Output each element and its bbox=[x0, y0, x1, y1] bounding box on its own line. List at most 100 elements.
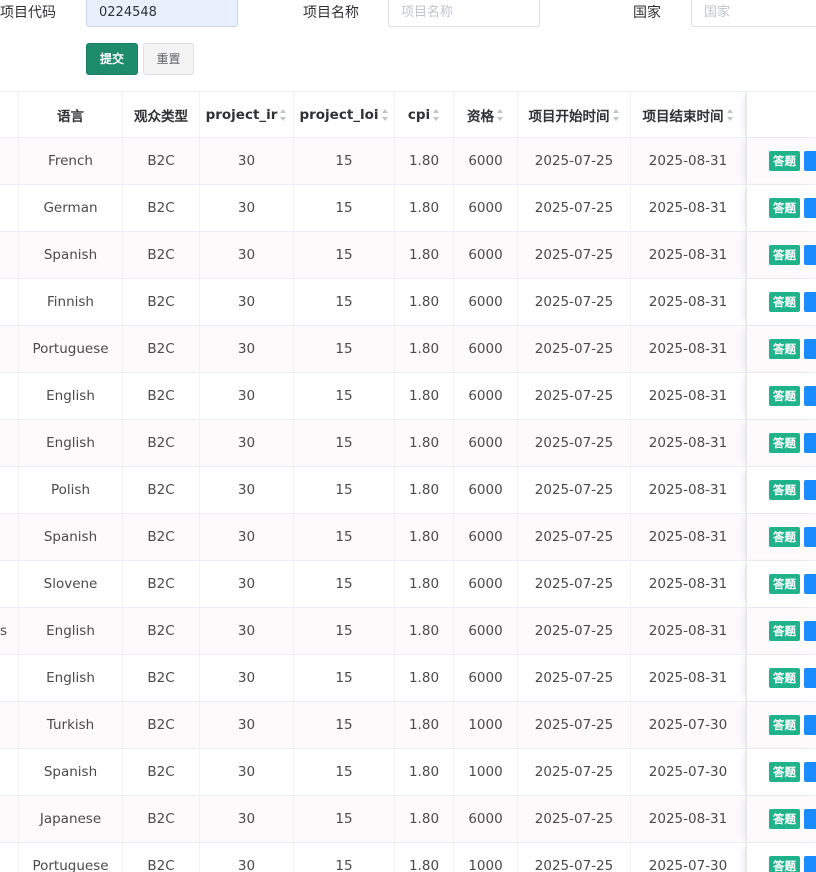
cell-project-loi: 15 bbox=[294, 279, 395, 325]
cell-qualification: 6000 bbox=[454, 467, 518, 513]
cell-cpi: 1.80 bbox=[395, 843, 454, 872]
header-project-ir[interactable]: project_ir bbox=[200, 92, 294, 137]
answer-button[interactable]: 答题 bbox=[769, 433, 800, 453]
cell-start-time: 2025-07-25 bbox=[518, 420, 631, 466]
cell-language: Japanese bbox=[19, 796, 123, 842]
cell-start-time: 2025-07-25 bbox=[518, 749, 631, 795]
cell-operations: 答题 bbox=[746, 373, 816, 419]
answer-button[interactable]: 答题 bbox=[769, 668, 800, 688]
cell-qualification: 6000 bbox=[454, 185, 518, 231]
secondary-action-button[interactable] bbox=[804, 198, 816, 218]
cell-cpi: 1.80 bbox=[395, 467, 454, 513]
secondary-action-button[interactable] bbox=[804, 574, 816, 594]
answer-button[interactable]: 答题 bbox=[769, 386, 800, 406]
cell-start-time: 2025-07-25 bbox=[518, 138, 631, 184]
sort-caret-icon[interactable] bbox=[381, 108, 389, 121]
header-col-hidden bbox=[0, 92, 19, 137]
answer-button[interactable]: 答题 bbox=[769, 480, 800, 500]
project-code-input[interactable]: 0224548 bbox=[86, 0, 238, 27]
header-operations bbox=[746, 92, 816, 137]
header-language-label: 语言 bbox=[57, 108, 84, 125]
cell-language: Spanish bbox=[19, 749, 123, 795]
secondary-action-button[interactable] bbox=[804, 386, 816, 406]
sort-caret-icon[interactable] bbox=[280, 108, 287, 121]
answer-button[interactable]: 答题 bbox=[769, 621, 800, 641]
sort-caret-icon[interactable] bbox=[497, 108, 504, 121]
secondary-action-button[interactable] bbox=[804, 762, 816, 782]
secondary-action-button[interactable] bbox=[804, 668, 816, 688]
cell-project-loi: 15 bbox=[294, 420, 395, 466]
cell-language: French bbox=[19, 138, 123, 184]
cell-operations: 答题 bbox=[746, 232, 816, 278]
cell-start-time: 2025-07-25 bbox=[518, 467, 631, 513]
cell-project-ir: 30 bbox=[200, 514, 294, 560]
cell-audience-type: B2C bbox=[123, 467, 200, 513]
cell-end-time: 2025-08-31 bbox=[631, 561, 746, 607]
secondary-action-button[interactable] bbox=[804, 856, 816, 872]
secondary-action-button[interactable] bbox=[804, 433, 816, 453]
secondary-action-button[interactable] bbox=[804, 527, 816, 547]
secondary-action-button[interactable] bbox=[804, 151, 816, 171]
sort-caret-icon[interactable] bbox=[726, 108, 734, 121]
cell-audience-type: B2C bbox=[123, 138, 200, 184]
header-project-loi-label: project_loi bbox=[299, 106, 379, 123]
header-audience-type[interactable]: 观众类型 bbox=[123, 92, 200, 137]
cell-audience-type: B2C bbox=[123, 185, 200, 231]
answer-button[interactable]: 答题 bbox=[769, 151, 800, 171]
cell-cpi: 1.80 bbox=[395, 185, 454, 231]
secondary-action-button[interactable] bbox=[804, 245, 816, 265]
country-input[interactable]: 国家 bbox=[691, 0, 816, 27]
header-project-ir-label: project_ir bbox=[205, 106, 278, 123]
header-cpi[interactable]: cpi bbox=[395, 92, 454, 137]
cell-operations: 答题 bbox=[746, 561, 816, 607]
header-end-time[interactable]: 项目结束时间 bbox=[631, 92, 746, 137]
cell-audience-type: B2C bbox=[123, 702, 200, 748]
answer-button[interactable]: 答题 bbox=[769, 292, 800, 312]
cell-project-ir: 30 bbox=[200, 702, 294, 748]
header-start-time-label: 项目开始时间 bbox=[528, 108, 610, 125]
sort-caret-icon[interactable] bbox=[612, 108, 620, 121]
cell-cpi: 1.80 bbox=[395, 749, 454, 795]
answer-button[interactable]: 答题 bbox=[769, 856, 800, 872]
table-row: Polish B2C 30 15 1.80 6000 2025-07-25 2025-08-3… bbox=[0, 467, 816, 514]
cell-project-ir: 30 bbox=[200, 843, 294, 872]
secondary-action-button[interactable] bbox=[804, 292, 816, 312]
cell-qualification: 6000 bbox=[454, 279, 518, 325]
answer-button[interactable]: 答题 bbox=[769, 339, 800, 359]
answer-button[interactable]: 答题 bbox=[769, 715, 800, 735]
sort-caret-icon[interactable] bbox=[433, 108, 440, 121]
table-row: Spanish B2C 30 15 1.80 6000 2025-07-25 2025-08-… bbox=[0, 232, 816, 279]
secondary-action-button[interactable] bbox=[804, 715, 816, 735]
cell-audience-type: B2C bbox=[123, 655, 200, 701]
secondary-action-button[interactable] bbox=[804, 339, 816, 359]
secondary-action-button[interactable] bbox=[804, 621, 816, 641]
secondary-action-button[interactable] bbox=[804, 480, 816, 500]
table-row: French B2C 30 15 1.80 6000 2025-07-25 2025-08-3… bbox=[0, 138, 816, 185]
table-row: s English B2C 30 15 1.80 6000 2025-07-25 2025-08… bbox=[0, 608, 816, 655]
secondary-action-button[interactable] bbox=[804, 809, 816, 829]
cell-cpi: 1.80 bbox=[395, 655, 454, 701]
header-language[interactable]: 语言 bbox=[19, 92, 123, 137]
project-name-input[interactable]: 项目名称 bbox=[388, 0, 540, 27]
answer-button[interactable]: 答题 bbox=[769, 245, 800, 265]
cell-language: English bbox=[19, 608, 123, 654]
submit-button[interactable]: 提交 bbox=[86, 43, 138, 75]
answer-button[interactable]: 答题 bbox=[769, 527, 800, 547]
cell-language: Portuguese bbox=[19, 843, 123, 872]
header-start-time[interactable]: 项目开始时间 bbox=[518, 92, 631, 137]
answer-button[interactable]: 答题 bbox=[769, 762, 800, 782]
answer-button[interactable]: 答题 bbox=[769, 198, 800, 218]
header-qualification[interactable]: 资格 bbox=[454, 92, 518, 137]
cell-language: English bbox=[19, 373, 123, 419]
cell-start-time: 2025-07-25 bbox=[518, 326, 631, 372]
cell-project-loi: 15 bbox=[294, 608, 395, 654]
answer-button[interactable]: 答题 bbox=[769, 574, 800, 594]
answer-button[interactable]: 答题 bbox=[769, 809, 800, 829]
cell-project-loi: 15 bbox=[294, 467, 395, 513]
country-placeholder: 国家 bbox=[704, 5, 731, 20]
cell-truncated bbox=[0, 467, 19, 513]
header-project-loi[interactable]: project_loi bbox=[294, 92, 395, 137]
table-row: English B2C 30 15 1.80 6000 2025-07-25 2025-08-… bbox=[0, 655, 816, 702]
reset-button[interactable]: 重置 bbox=[143, 43, 194, 75]
header-cpi-label: cpi bbox=[407, 106, 431, 123]
